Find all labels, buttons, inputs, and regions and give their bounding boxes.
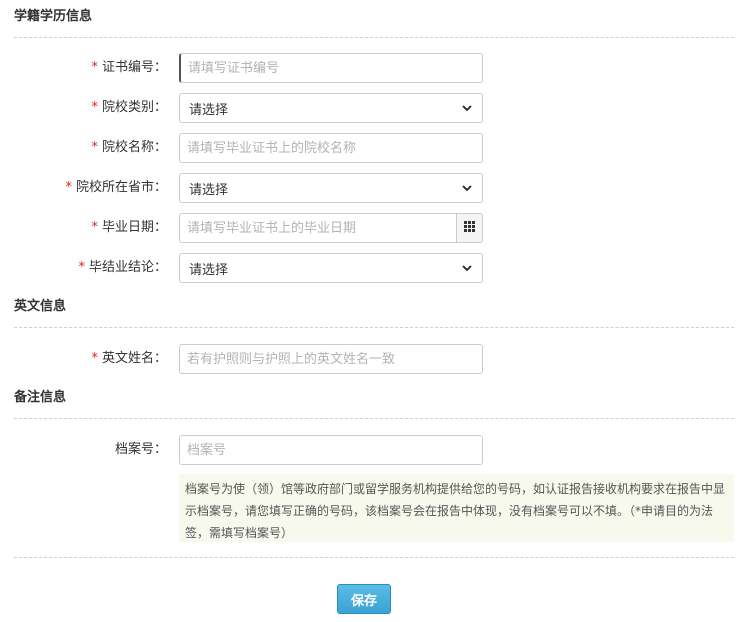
chevron-down-icon (461, 182, 473, 194)
certificate-number-input[interactable] (179, 53, 483, 83)
school-name-input[interactable] (179, 133, 483, 163)
form-bottom-divider (14, 557, 734, 558)
required-mark: * (78, 260, 85, 275)
school-province-city-select[interactable]: 请选择 (179, 173, 483, 203)
section-title-english: 英文信息 (14, 299, 67, 314)
file-number-input[interactable] (179, 435, 483, 465)
required-mark: * (65, 180, 72, 195)
school-category-label-text: 院校类别： (101, 100, 167, 115)
graduation-conclusion-select[interactable]: 请选择 (179, 253, 483, 283)
school-name-label: * 院校名称： (91, 133, 167, 163)
required-mark: * (91, 220, 98, 235)
certificate-number-label: * 证书编号： (91, 53, 167, 83)
school-province-city-label-text: 院校所在省市： (75, 180, 167, 195)
english-name-input[interactable] (179, 344, 483, 374)
required-mark: * (91, 140, 98, 155)
school-province-city-label: * 院校所在省市： (65, 173, 167, 203)
calendar-grid-icon (464, 220, 475, 236)
school-category-select[interactable]: 请选择 (179, 93, 483, 123)
required-mark: * (91, 100, 98, 115)
date-picker-button[interactable] (456, 213, 483, 243)
file-number-help-note: 档案号为使（领）馆等政府部门或留学服务机构提供给您的号码，如认证报告接收机构要求… (179, 474, 734, 542)
graduation-conclusion-label-text: 毕结业结论： (88, 260, 167, 275)
english-name-label-text: 英文姓名： (101, 351, 167, 366)
required-mark: * (91, 60, 98, 75)
school-category-select-value: 请选择 (189, 102, 229, 118)
school-category-label: * 院校类别： (91, 93, 167, 123)
chevron-down-icon (461, 102, 473, 114)
school-province-city-select-value: 请选择 (189, 182, 229, 198)
section-divider (14, 418, 734, 419)
section-title-education: 学籍学历信息 (14, 9, 93, 24)
section-divider (14, 37, 734, 38)
english-name-label: * 英文姓名： (91, 344, 167, 374)
file-number-label: 档案号： (114, 442, 167, 457)
graduation-date-label: * 毕业日期： (91, 213, 167, 243)
school-name-label-text: 院校名称： (101, 140, 167, 155)
required-mark: * (91, 351, 98, 366)
graduation-date-input[interactable] (179, 213, 456, 243)
graduation-conclusion-select-value: 请选择 (189, 262, 229, 278)
certificate-number-label-text: 证书编号： (101, 60, 167, 75)
save-button[interactable]: 保存 (337, 584, 391, 614)
graduation-conclusion-label: * 毕结业结论： (78, 253, 167, 283)
section-title-remarks: 备注信息 (14, 390, 67, 405)
section-divider (14, 327, 734, 328)
graduation-date-label-text: 毕业日期： (101, 220, 167, 235)
chevron-down-icon (461, 262, 473, 274)
